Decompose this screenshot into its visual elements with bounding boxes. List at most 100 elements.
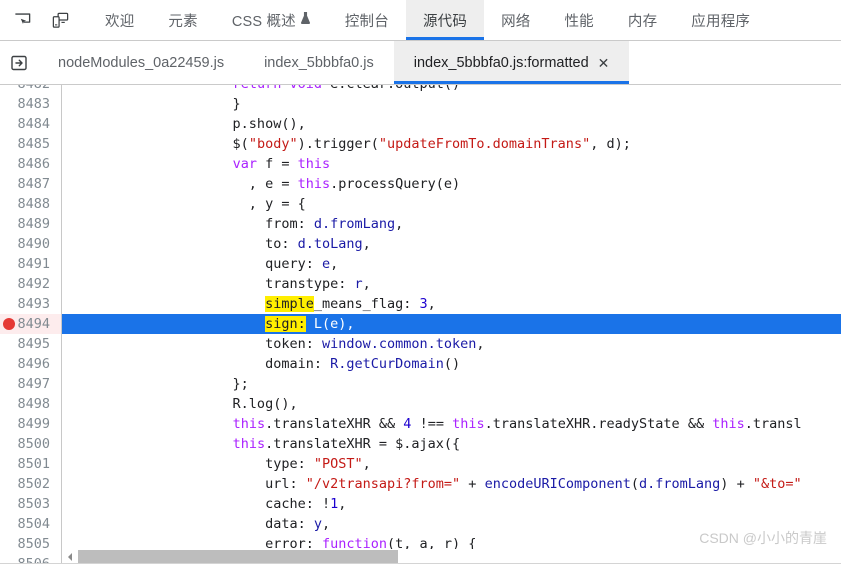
line-number-gutter[interactable]: 8499: [0, 414, 62, 434]
file-tab-label: index_5bbbfa0.js: [264, 54, 374, 71]
toolbar-icon-group: [0, 0, 74, 40]
code-token: f: [256, 156, 282, 172]
file-tab-label: nodeModules_0a22459.js: [58, 54, 225, 71]
code-line[interactable]: 8488 , y = {: [0, 194, 841, 214]
panel-tab-welcome[interactable]: 欢迎: [88, 0, 151, 40]
code-token: !==: [419, 416, 444, 432]
line-number-gutter[interactable]: 8497: [0, 374, 62, 394]
line-number-gutter[interactable]: 8500: [0, 434, 62, 454]
line-number: 8499: [17, 416, 50, 432]
code-line[interactable]: 8485 $("body").trigger("updateFromTo.dom…: [0, 134, 841, 154]
code-line[interactable]: 8502 url: "/v2transapi?from=" + encodeUR…: [0, 474, 841, 494]
line-number-gutter[interactable]: 8488: [0, 194, 62, 214]
code-line[interactable]: 8494 sign: L(e),: [0, 314, 841, 334]
code-token: ,: [362, 236, 371, 252]
code-line[interactable]: 8493 simple_means_flag: 3,: [0, 294, 841, 314]
code-line[interactable]: 8491 query: e,: [0, 254, 841, 274]
code-token: }: [70, 96, 241, 112]
device-toolbar-icon[interactable]: [46, 7, 74, 33]
line-number-gutter[interactable]: 8487: [0, 174, 62, 194]
scroll-left-arrow-icon[interactable]: [63, 552, 77, 562]
code-token: &&: [687, 416, 705, 432]
panel-tab-performance[interactable]: 性能: [547, 0, 610, 40]
devtools-panel-toolbar: 欢迎 元素 CSS 概述 控制台 源代码 网络 性能 内存 应用程序: [0, 0, 841, 41]
line-number-gutter[interactable]: 8505: [0, 534, 62, 554]
line-number-gutter[interactable]: 8494: [0, 314, 62, 334]
code-line[interactable]: 8487 , e = this.processQuery(e): [0, 174, 841, 194]
show-navigator-icon[interactable]: [0, 41, 38, 84]
code-line[interactable]: 8503 cache: !1,: [0, 494, 841, 514]
code-line[interactable]: 8496 domain: R.getCurDomain(): [0, 354, 841, 374]
line-number-gutter[interactable]: 8491: [0, 254, 62, 274]
close-icon[interactable]: ✕: [598, 56, 610, 70]
line-number-gutter[interactable]: 8484: [0, 114, 62, 134]
code-line[interactable]: 8497 };: [0, 374, 841, 394]
line-number-gutter[interactable]: 8504: [0, 514, 62, 534]
code-line-text: p.show(),: [62, 114, 841, 134]
file-tab-nodemodules[interactable]: nodeModules_0a22459.js: [38, 41, 244, 84]
panel-tab-css-overview[interactable]: CSS 概述: [215, 0, 328, 40]
scrollbar-thumb[interactable]: [78, 550, 398, 563]
code-token: (): [443, 356, 461, 372]
line-number: 8482: [17, 85, 50, 92]
code-line[interactable]: 8489 from: d.fromLang,: [0, 214, 841, 234]
line-number-gutter[interactable]: 8502: [0, 474, 62, 494]
code-line[interactable]: 8483 }: [0, 94, 841, 114]
line-number: 8492: [17, 276, 50, 292]
code-line[interactable]: 8499 this.translateXHR && 4 !== this.tra…: [0, 414, 841, 434]
code-line[interactable]: 8486 var f = this: [0, 154, 841, 174]
line-number-gutter[interactable]: 8495: [0, 334, 62, 354]
line-number: 8493: [17, 296, 50, 312]
code-line[interactable]: 8495 token: window.common.token,: [0, 334, 841, 354]
code-line[interactable]: 8492 transtype: r,: [0, 274, 841, 294]
line-number-gutter[interactable]: 8490: [0, 234, 62, 254]
scrollbar-track[interactable]: [77, 550, 841, 563]
line-number-gutter[interactable]: 8482: [0, 85, 62, 94]
panel-tab-elements[interactable]: 元素: [151, 0, 214, 40]
inspect-element-icon[interactable]: [8, 7, 36, 33]
source-code-editor[interactable]: 8482 return void e.clear.output()8483 }8…: [0, 85, 841, 570]
panel-tab-label: 内存: [627, 13, 658, 30]
code-line[interactable]: 8490 to: d.toLang,: [0, 234, 841, 254]
code-token: (: [630, 476, 640, 492]
code-token: ,: [476, 336, 485, 352]
code-line-text: simple_means_flag: 3,: [62, 294, 841, 314]
line-number-gutter[interactable]: 8486: [0, 154, 62, 174]
line-number-gutter[interactable]: 8485: [0, 134, 62, 154]
line-number-gutter[interactable]: 8498: [0, 394, 62, 414]
line-number-gutter[interactable]: 8503: [0, 494, 62, 514]
code-token: 3: [419, 296, 428, 312]
breakpoint-marker-icon[interactable]: [3, 318, 15, 330]
line-number-gutter[interactable]: 8483: [0, 94, 62, 114]
code-line-text: url: "/v2transapi?from=" + encodeURIComp…: [62, 474, 841, 494]
code-token: "POST": [313, 456, 363, 472]
panel-tab-network[interactable]: 网络: [484, 0, 547, 40]
code-line[interactable]: 8504 data: y,: [0, 514, 841, 534]
line-number-gutter[interactable]: 8489: [0, 214, 62, 234]
panel-tab-memory[interactable]: 内存: [611, 0, 674, 40]
code-line[interactable]: 8501 type: "POST",: [0, 454, 841, 474]
file-tab-index-formatted[interactable]: index_5bbbfa0.js:formatted ✕: [393, 41, 630, 84]
code-line[interactable]: 8500 this.translateXHR = $.ajax({: [0, 434, 841, 454]
code-token: d.toLang: [297, 236, 363, 252]
line-number-gutter[interactable]: 8492: [0, 274, 62, 294]
panel-tab-sources[interactable]: 源代码: [405, 0, 485, 40]
code-token: ,: [427, 296, 436, 312]
line-number-gutter[interactable]: 8496: [0, 354, 62, 374]
file-tab-index[interactable]: index_5bbbfa0.js: [244, 41, 394, 84]
code-token: "&to=": [752, 476, 802, 492]
horizontal-scrollbar[interactable]: [63, 549, 841, 564]
code-token: $(: [70, 136, 249, 152]
code-token: this: [712, 416, 745, 432]
panel-tab-console[interactable]: 控制台: [328, 0, 406, 40]
code-line[interactable]: 8482 return void e.clear.output(): [0, 85, 841, 94]
code-line[interactable]: 8498 R.log(),: [0, 394, 841, 414]
line-number-gutter[interactable]: 8493: [0, 294, 62, 314]
code-line[interactable]: 8484 p.show(),: [0, 114, 841, 134]
line-number-gutter[interactable]: 8501: [0, 454, 62, 474]
panel-tab-application[interactable]: 应用程序: [674, 0, 767, 40]
